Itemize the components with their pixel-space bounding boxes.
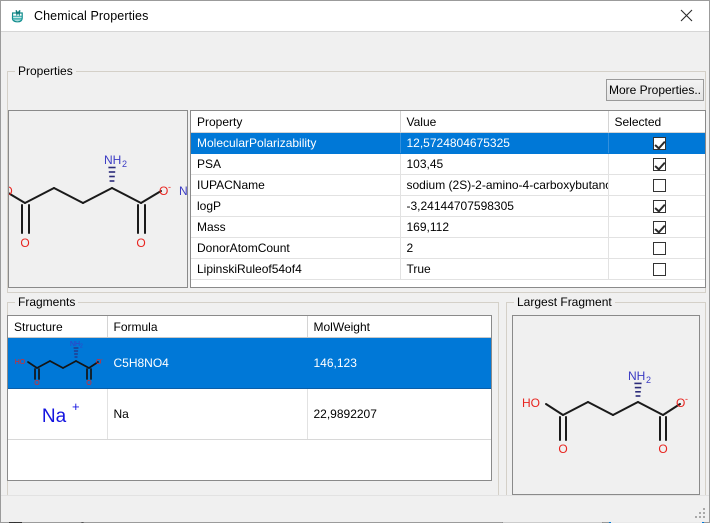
- table-row[interactable]: MolecularPolarizability12,5724804675325: [191, 133, 705, 154]
- checkbox-icon[interactable]: [653, 242, 666, 255]
- table-row[interactable]: HO O O O - NH 2 C5H8NO4146,123: [8, 338, 491, 389]
- table-row[interactable]: LipinskiRuleof54of4True: [191, 259, 705, 280]
- cell-molweight: 22,9892207: [307, 389, 491, 440]
- cell-selected[interactable]: [608, 154, 705, 175]
- status-strip: [1, 495, 709, 522]
- svg-text:2: 2: [80, 344, 83, 350]
- table-row[interactable]: logP-3,24144707598305: [191, 196, 705, 217]
- cell-property: logP: [191, 196, 400, 217]
- beaker-icon: [9, 8, 26, 25]
- svg-text:O: O: [159, 184, 168, 198]
- cell-formula: C5H8NO4: [107, 338, 307, 389]
- cell-selected[interactable]: [608, 196, 705, 217]
- largest-fragment-structure[interactable]: HO O O O - NH 2: [512, 315, 700, 495]
- fragments-table[interactable]: Structure Formula MolWeight HO O O O - N…: [7, 315, 492, 481]
- cell-molweight: 146,123: [307, 338, 491, 389]
- svg-text:2: 2: [122, 159, 127, 169]
- table-row[interactable]: Mass169,112: [191, 217, 705, 238]
- column-header-structure[interactable]: Structure: [8, 316, 107, 338]
- properties-group-label: Properties: [15, 64, 76, 78]
- more-properties-button[interactable]: More Properties..: [606, 79, 704, 101]
- svg-text:O: O: [20, 236, 29, 250]
- properties-table[interactable]: Property Value Selected MolecularPolariz…: [190, 110, 706, 288]
- cell-formula: Na: [107, 389, 307, 440]
- svg-text:2: 2: [646, 375, 651, 385]
- svg-text:-: -: [168, 182, 171, 192]
- cell-value: 2: [400, 238, 608, 259]
- chemical-properties-dialog: Chemical Properties Properties More Prop…: [0, 0, 710, 523]
- checkbox-icon[interactable]: [653, 221, 666, 234]
- svg-text:HO: HO: [522, 396, 540, 410]
- cell-selected[interactable]: [608, 238, 705, 259]
- svg-text:O: O: [9, 184, 13, 198]
- svg-text:Na: Na: [42, 406, 67, 427]
- cell-value: 12,5724804675325: [400, 133, 608, 154]
- column-header-selected[interactable]: Selected: [608, 111, 705, 133]
- cell-value: 169,112: [400, 217, 608, 238]
- svg-text:O: O: [86, 380, 92, 386]
- checkbox-icon[interactable]: [653, 137, 666, 150]
- svg-text:O: O: [558, 442, 567, 456]
- cell-value: sodium (2S)-2-amino-4-carboxybutanoate: [400, 175, 608, 196]
- svg-text:-: -: [101, 357, 103, 363]
- table-row[interactable]: IUPACNamesodium (2S)-2-amino-4-carboxybu…: [191, 175, 705, 196]
- svg-text:O: O: [34, 380, 40, 386]
- table-row[interactable]: DonorAtomCount2: [191, 238, 705, 259]
- cell-value: -3,24144707598305: [400, 196, 608, 217]
- fragments-group-label: Fragments: [15, 295, 78, 309]
- close-icon[interactable]: [664, 1, 709, 30]
- svg-text:NH: NH: [628, 369, 645, 383]
- svg-text:+: +: [72, 399, 80, 414]
- column-header-molweight[interactable]: MolWeight: [307, 316, 491, 338]
- largest-fragment-group-label: Largest Fragment: [514, 295, 615, 309]
- window-title: Chemical Properties: [34, 9, 148, 23]
- column-header-property[interactable]: Property: [191, 111, 400, 133]
- table-row[interactable]: Na + Na22,9892207: [8, 389, 491, 440]
- cell-property: Mass: [191, 217, 400, 238]
- cell-structure: Na +: [8, 389, 107, 440]
- checkbox-icon[interactable]: [653, 263, 666, 276]
- cell-selected[interactable]: [608, 259, 705, 280]
- cell-property: LipinskiRuleof54of4: [191, 259, 400, 280]
- checkbox-icon[interactable]: [653, 179, 666, 192]
- svg-text:NH: NH: [104, 153, 121, 167]
- table-row[interactable]: PSA103,45: [191, 154, 705, 175]
- cell-selected[interactable]: [608, 217, 705, 238]
- checkbox-icon[interactable]: [653, 200, 666, 213]
- cell-selected[interactable]: [608, 133, 705, 154]
- dialog-body: Properties More Properties..: [1, 32, 709, 522]
- svg-text:-: -: [685, 394, 688, 404]
- svg-text:O: O: [676, 396, 685, 410]
- column-header-formula[interactable]: Formula: [107, 316, 307, 338]
- cell-selected[interactable]: [608, 175, 705, 196]
- column-header-value[interactable]: Value: [400, 111, 608, 133]
- cell-structure: HO O O O - NH 2: [8, 338, 107, 389]
- cell-property: DonorAtomCount: [191, 238, 400, 259]
- svg-text:HO: HO: [15, 359, 26, 366]
- title-bar: Chemical Properties: [1, 1, 709, 32]
- cell-property: IUPACName: [191, 175, 400, 196]
- table-header-row: Property Value Selected: [191, 111, 705, 133]
- cell-property: PSA: [191, 154, 400, 175]
- svg-text:NH: NH: [70, 341, 80, 348]
- svg-text:N: N: [179, 184, 187, 198]
- cell-property: MolecularPolarizability: [191, 133, 400, 154]
- cell-value: True: [400, 259, 608, 280]
- svg-text:O: O: [658, 442, 667, 456]
- structure-preview[interactable]: O O O O - NH 2 N: [8, 110, 188, 288]
- cell-value: 103,45: [400, 154, 608, 175]
- table-header-row: Structure Formula MolWeight: [8, 316, 491, 338]
- checkbox-icon[interactable]: [653, 158, 666, 171]
- resize-grip-icon[interactable]: [695, 508, 706, 519]
- svg-text:O: O: [136, 236, 145, 250]
